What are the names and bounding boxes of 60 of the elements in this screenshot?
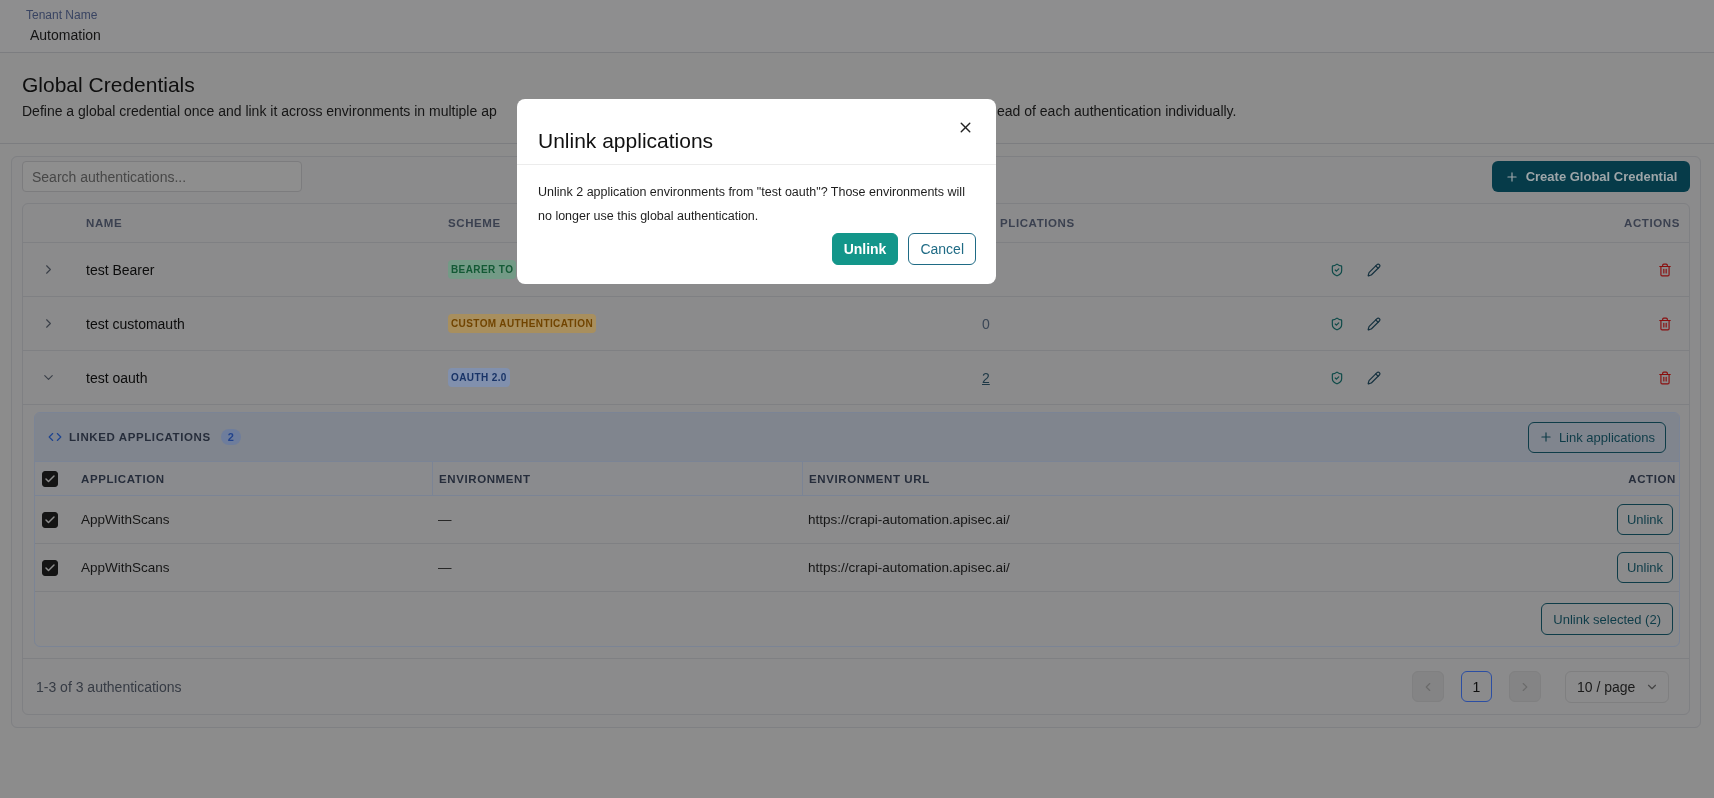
environment-name: — bbox=[438, 560, 452, 575]
page-size-select[interactable]: 10 / page bbox=[1565, 670, 1669, 703]
shield-check-icon[interactable] bbox=[1330, 370, 1344, 385]
unlink-button[interactable]: Unlink bbox=[1617, 504, 1673, 535]
column-header: ENVIRONMENT bbox=[439, 472, 531, 485]
pencil-icon[interactable] bbox=[1367, 316, 1381, 331]
pagination-summary: 1-3 of 3 authentications bbox=[36, 678, 182, 695]
unlink-button[interactable]: Unlink bbox=[1617, 552, 1673, 583]
checkbox[interactable] bbox=[42, 470, 58, 487]
environment-url: https://crapi-automation.apisec.ai/ bbox=[808, 560, 1010, 575]
applications-link[interactable]: 2 bbox=[982, 369, 990, 386]
column-header: NAME bbox=[86, 217, 123, 229]
panel-title: LINKED APPLICATIONS bbox=[69, 431, 211, 443]
search-field[interactable]: Search authentications... bbox=[22, 161, 302, 192]
count-badge: 2 bbox=[220, 429, 241, 445]
code-icon bbox=[48, 430, 62, 444]
check-icon bbox=[44, 561, 56, 574]
page-button[interactable]: 1 bbox=[1461, 671, 1492, 702]
applications-count: 0 bbox=[982, 315, 990, 332]
tenant-label: Tenant Name bbox=[26, 7, 98, 23]
column-header: ENVIRONMENT URL bbox=[809, 472, 930, 485]
application-name: AppWithScans bbox=[81, 560, 170, 575]
shield-check-icon[interactable] bbox=[1330, 316, 1344, 331]
credential-name: test oauth bbox=[86, 369, 148, 386]
page-description: Define a global credential once and link it across environments in multiple ap bbox=[22, 102, 497, 121]
page-title: Global Credentials bbox=[22, 72, 195, 98]
credential-name: test Bearer bbox=[86, 261, 155, 278]
check-icon bbox=[44, 472, 56, 485]
unlink-selected-button[interactable]: Unlink selected (2) bbox=[1541, 603, 1673, 635]
environment-url: https://crapi-automation.apisec.ai/ bbox=[808, 512, 1010, 527]
pencil-icon[interactable] bbox=[1367, 262, 1381, 277]
cancel-button[interactable]: Cancel bbox=[908, 233, 976, 265]
dialog-title: Unlink applications bbox=[538, 128, 714, 154]
trash-icon[interactable] bbox=[1658, 316, 1672, 331]
checkbox[interactable] bbox=[42, 511, 58, 528]
page-description: ead of each authentication individually. bbox=[997, 102, 1237, 121]
application-name: AppWithScans bbox=[81, 512, 170, 527]
tenant-name: Automation bbox=[30, 26, 101, 45]
dialog-message: Unlink 2 application environments from "test oauth"? Those environments will no longer use this global authentication. bbox=[538, 184, 966, 225]
scheme-tag: BEARER TO bbox=[448, 260, 517, 279]
checkbox[interactable] bbox=[42, 559, 58, 576]
plus-icon bbox=[1504, 169, 1519, 184]
column-header: SCHEME bbox=[448, 217, 501, 229]
column-header: APPLICATION bbox=[81, 472, 165, 485]
create-credential-button[interactable]: Create Global Credential bbox=[1492, 161, 1690, 192]
column-header: PLICATIONS bbox=[1000, 217, 1075, 229]
check-icon bbox=[44, 513, 56, 526]
scheme-tag: CUSTOM AUTHENTICATION bbox=[448, 314, 597, 333]
plus-icon bbox=[1538, 430, 1553, 444]
environment-name: — bbox=[438, 512, 452, 527]
link-applications-button[interactable]: Link applications bbox=[1527, 421, 1666, 453]
column-header: ACTIONS bbox=[1624, 217, 1680, 229]
trash-icon[interactable] bbox=[1658, 262, 1672, 277]
column-header: ACTION bbox=[1628, 472, 1676, 485]
pencil-icon[interactable] bbox=[1367, 370, 1381, 385]
confirm-button[interactable]: Unlink bbox=[831, 233, 899, 265]
shield-check-icon[interactable] bbox=[1330, 262, 1344, 277]
trash-icon[interactable] bbox=[1658, 370, 1672, 385]
credential-name: test customauth bbox=[86, 315, 185, 332]
scheme-tag: OAUTH 2.0 bbox=[448, 368, 510, 387]
